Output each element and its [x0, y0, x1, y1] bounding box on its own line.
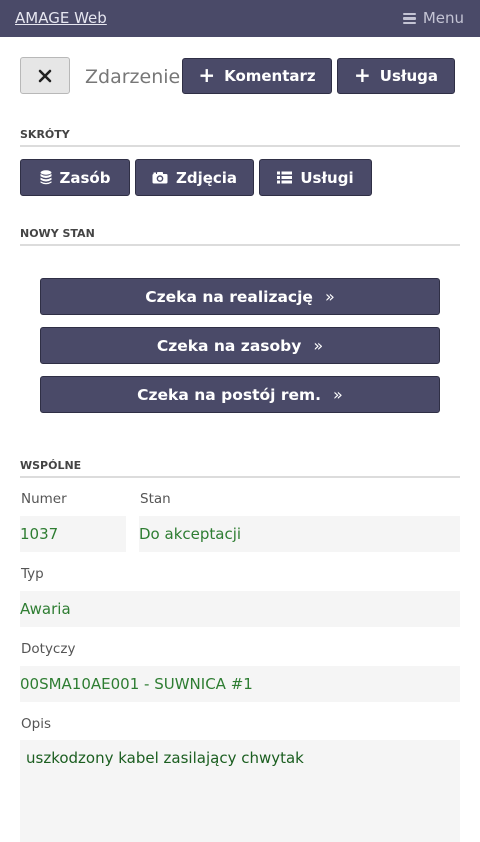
brand-link[interactable]: AMAGE Web: [15, 9, 107, 27]
shortcut-services-button[interactable]: Usługi: [259, 159, 372, 196]
close-icon: [38, 69, 52, 82]
section-heading-shortcuts: SKRÓTY: [20, 128, 460, 147]
database-icon: [40, 170, 52, 185]
state-awaiting-shutdown-button[interactable]: Czeka na postój rem. »: [40, 376, 440, 413]
add-service-label: Usługa: [379, 67, 438, 85]
double-chevron-right-icon: »: [324, 287, 335, 306]
shortcut-photos-button[interactable]: Zdjęcia: [135, 159, 254, 196]
add-comment-label: Komentarz: [224, 67, 316, 85]
list-icon: [277, 171, 293, 184]
add-service-button[interactable]: + Usługa: [337, 58, 455, 94]
concerns-label: Dotyczy: [21, 641, 76, 657]
camera-icon: [152, 171, 168, 184]
double-chevron-right-icon: »: [313, 336, 324, 355]
close-button[interactable]: [20, 57, 70, 94]
hamburger-icon: [402, 12, 416, 24]
type-field[interactable]: Awaria: [20, 591, 460, 627]
state-button-label: Czeka na postój rem.: [137, 385, 322, 404]
section-heading-common: WSPÓLNE: [20, 459, 460, 478]
shortcut-services-label: Usługi: [300, 168, 354, 187]
type-label: Typ: [21, 566, 44, 582]
description-textarea[interactable]: uszkodzony kabel zasilający chwytak: [20, 740, 460, 842]
add-comment-button[interactable]: + Komentarz: [182, 58, 332, 94]
description-label: Opis: [21, 716, 51, 732]
shortcut-resource-label: Zasób: [59, 168, 111, 187]
menu-button[interactable]: Menu: [402, 9, 464, 27]
number-field[interactable]: 1037: [20, 516, 126, 552]
state-button-label: Czeka na realizację: [145, 287, 313, 306]
shortcut-resource-button[interactable]: Zasób: [20, 159, 130, 196]
state-field[interactable]: Do akceptacji: [139, 516, 460, 552]
section-heading-new-state: NOWY STAN: [20, 227, 460, 246]
state-awaiting-resources-button[interactable]: Czeka na zasoby »: [40, 327, 440, 364]
number-label: Numer: [21, 491, 67, 507]
state-button-label: Czeka na zasoby: [156, 336, 302, 355]
double-chevron-right-icon: »: [333, 385, 343, 404]
concerns-field[interactable]: 00SMA10AE001 - SUWNICA #1: [20, 666, 460, 702]
page-title: Zdarzenie: [85, 66, 181, 88]
plus-icon: +: [354, 62, 371, 87]
state-awaiting-realization-button[interactable]: Czeka na realizację »: [40, 278, 440, 315]
menu-label: Menu: [422, 9, 464, 27]
plus-icon: +: [198, 62, 216, 87]
shortcut-photos-label: Zdjęcia: [175, 168, 238, 187]
state-label: Stan: [140, 491, 171, 507]
top-navbar: AMAGE Web Menu: [0, 0, 480, 37]
